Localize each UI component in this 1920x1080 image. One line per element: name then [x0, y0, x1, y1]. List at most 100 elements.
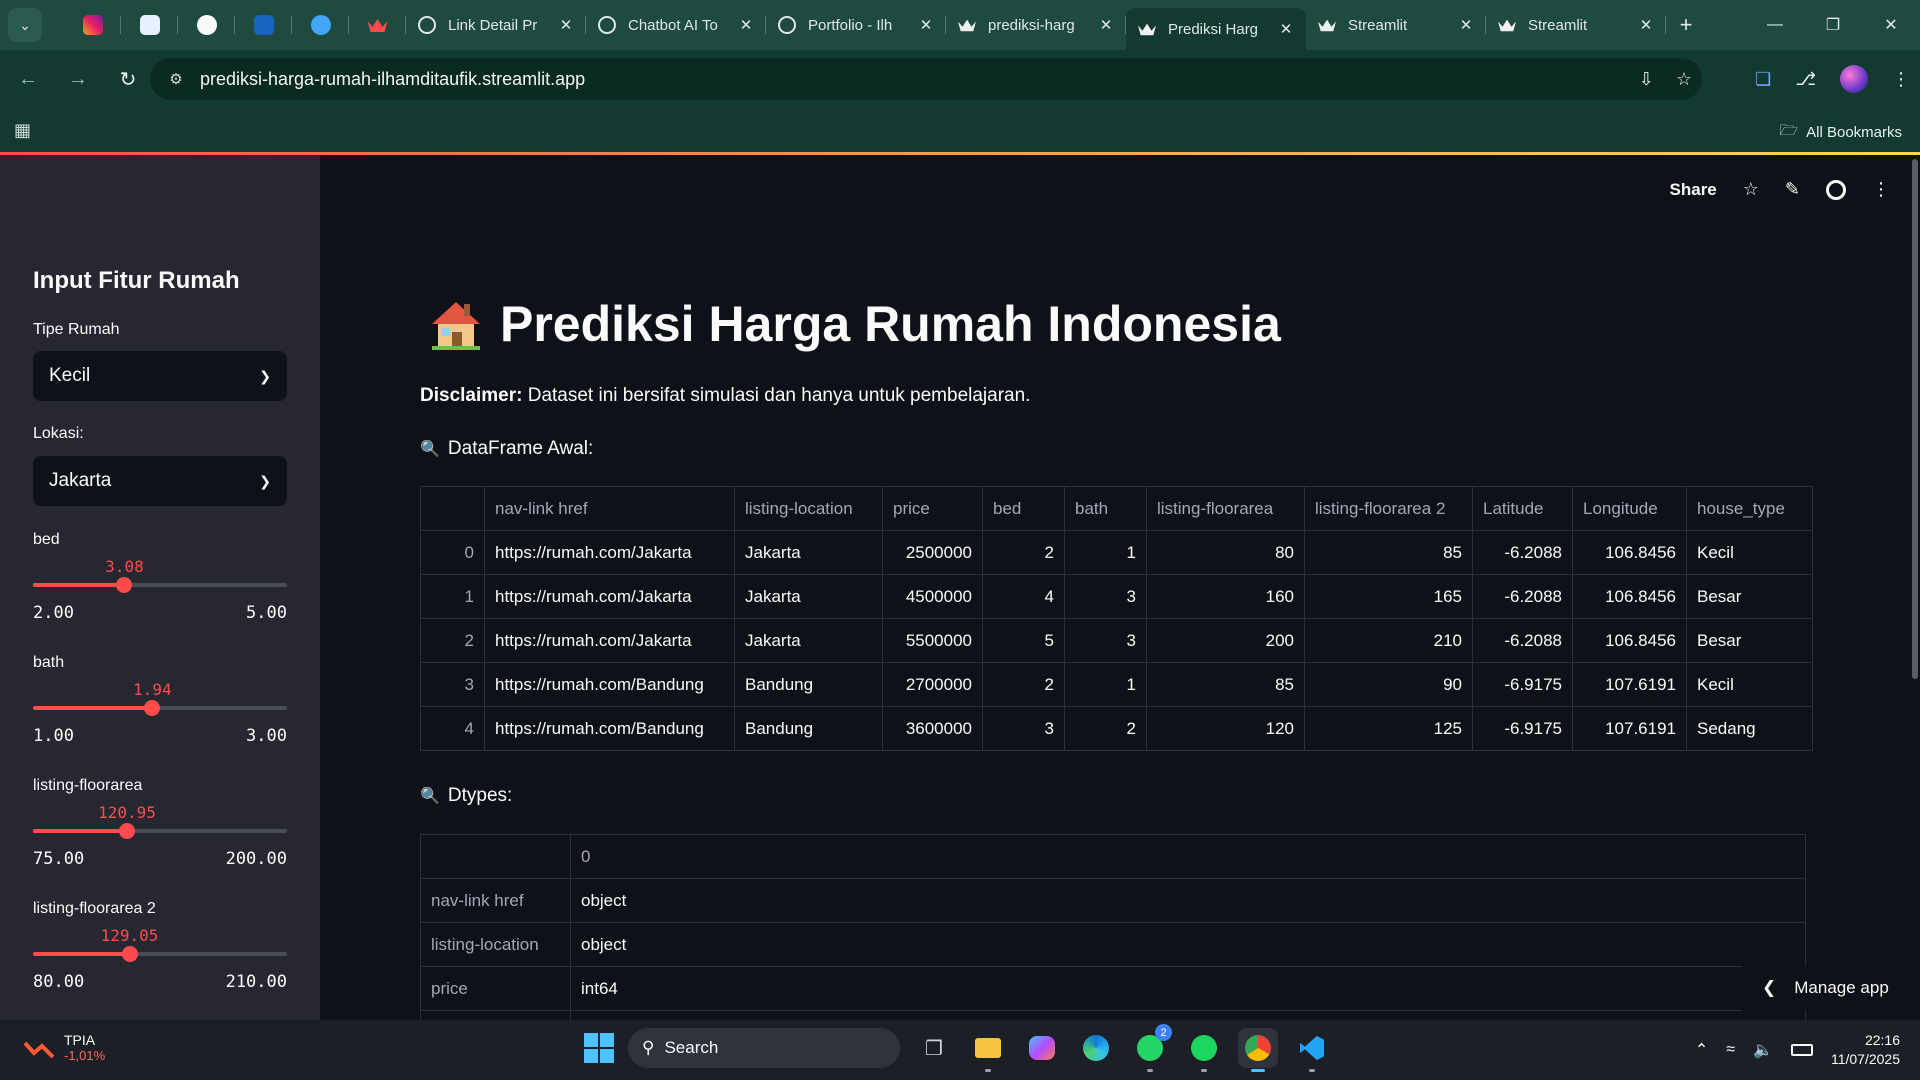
slider-thumb[interactable]: [116, 577, 133, 593]
table-cell[interactable]: Sedang: [1686, 706, 1813, 751]
table-cell[interactable]: 165: [1304, 574, 1473, 619]
column-header[interactable]: [420, 486, 485, 531]
tab-prediksi-1[interactable]: prediksi-harg ✕: [946, 0, 1126, 50]
slider-bath[interactable]: bath 1.94 1.00 3.00: [33, 654, 287, 748]
table-cell[interactable]: [570, 1010, 1806, 1020]
table-cell[interactable]: 3: [1064, 618, 1147, 663]
table-cell[interactable]: -6.2088: [1472, 574, 1573, 619]
more-vertical-icon[interactable]: ⋮: [1892, 69, 1910, 90]
tab-link-detail[interactable]: Link Detail Pr ✕: [406, 0, 586, 50]
profile-avatar[interactable]: [1840, 65, 1868, 93]
table-row[interactable]: nav-link href object: [420, 878, 1806, 923]
close-icon[interactable]: ✕: [738, 16, 754, 34]
table-cell[interactable]: 85: [1146, 662, 1305, 707]
wifi-icon[interactable]: ≈: [1726, 1041, 1735, 1059]
table-cell[interactable]: 2: [1064, 706, 1147, 751]
github-icon[interactable]: [1826, 179, 1846, 200]
pinned-tab-streamlit[interactable]: [349, 0, 406, 50]
tab-streamlit-1[interactable]: Streamlit ✕: [1306, 0, 1486, 50]
lokasi-select[interactable]: Jakarta ❯: [33, 456, 287, 506]
table-cell[interactable]: https://rumah.com/Jakarta: [484, 574, 735, 619]
row-index-cell[interactable]: 2: [420, 618, 485, 663]
close-icon[interactable]: ✕: [1098, 16, 1114, 34]
table-cell[interactable]: Kecil: [1686, 662, 1813, 707]
table-cell[interactable]: Bandung: [734, 706, 883, 751]
tab-streamlit-2[interactable]: Streamlit ✕: [1486, 0, 1666, 50]
table-cell[interactable]: -6.2088: [1472, 530, 1573, 575]
column-header[interactable]: bed: [982, 486, 1065, 531]
table-row[interactable]: 0 https://rumah.com/Jakarta Jakarta 2500000…: [420, 530, 1813, 575]
dtypes-table[interactable]: 0 nav-link href object listing-location obj…: [420, 834, 1806, 1020]
column-header[interactable]: house_type: [1686, 486, 1813, 531]
install-app-icon[interactable]: ⇩: [1639, 69, 1654, 90]
table-cell[interactable]: 125: [1304, 706, 1473, 751]
close-window-button[interactable]: ✕: [1862, 0, 1920, 50]
pinned-tab-github[interactable]: [178, 0, 235, 50]
vscode-icon[interactable]: [1292, 1028, 1332, 1072]
table-row[interactable]: 2 https://rumah.com/Jakarta Jakarta 5500000…: [420, 618, 1813, 663]
column-header[interactable]: Longitude: [1572, 486, 1687, 531]
column-header[interactable]: listing-floorarea: [1146, 486, 1305, 531]
copy-icon[interactable]: ❏: [1755, 69, 1771, 90]
extensions-icon[interactable]: ⎇: [1795, 69, 1816, 90]
table-cell[interactable]: 3600000: [882, 706, 983, 751]
taskbar-search[interactable]: ⚲ Search: [628, 1028, 900, 1068]
row-label-cell[interactable]: price: [420, 966, 571, 1011]
table-cell[interactable]: 3: [1064, 574, 1147, 619]
close-icon[interactable]: ✕: [1458, 16, 1474, 34]
table-cell[interactable]: 4500000: [882, 574, 983, 619]
tab-search-button[interactable]: ⌄: [8, 8, 42, 42]
table-cell[interactable]: Besar: [1686, 618, 1813, 663]
table-cell[interactable]: Besar: [1686, 574, 1813, 619]
chevron-up-icon[interactable]: ⌃: [1695, 1040, 1708, 1060]
table-cell[interactable]: 1: [1064, 530, 1147, 575]
table-cell[interactable]: -6.9175: [1472, 662, 1573, 707]
dataframe-table[interactable]: nav-link href listing-location price bed…: [420, 486, 1813, 751]
table-cell[interactable]: 3: [982, 706, 1065, 751]
table-cell[interactable]: 106.8456: [1572, 574, 1687, 619]
table-row[interactable]: [420, 1010, 1806, 1020]
volume-icon[interactable]: 🔈: [1753, 1040, 1773, 1060]
task-view-icon[interactable]: ❐: [914, 1028, 954, 1068]
slider-thumb[interactable]: [144, 700, 161, 716]
table-cell[interactable]: 120: [1146, 706, 1305, 751]
table-row[interactable]: listing-location object: [420, 922, 1806, 967]
reload-button[interactable]: ↻: [106, 57, 150, 101]
table-cell[interactable]: 107.6191: [1572, 706, 1687, 751]
table-cell[interactable]: -6.2088: [1472, 618, 1573, 663]
close-icon[interactable]: ✕: [1278, 20, 1294, 38]
stock-widget[interactable]: TPIA -1,01%: [24, 1032, 105, 1063]
close-icon[interactable]: ✕: [1638, 16, 1654, 34]
table-cell[interactable]: https://rumah.com/Jakarta: [484, 618, 735, 663]
table-cell[interactable]: 5500000: [882, 618, 983, 663]
edit-icon[interactable]: ✎: [1785, 179, 1800, 200]
slider-bed[interactable]: bed 3.08 2.00 5.00: [33, 531, 287, 625]
slider-track[interactable]: [33, 577, 287, 593]
star-icon[interactable]: ☆: [1743, 179, 1759, 200]
row-index-cell[interactable]: 3: [420, 662, 485, 707]
column-header[interactable]: bath: [1064, 486, 1147, 531]
close-icon[interactable]: ✕: [918, 16, 934, 34]
row-label-cell[interactable]: listing-location: [420, 922, 571, 967]
new-tab-button[interactable]: +: [1666, 12, 1706, 38]
pinned-tab-rocket[interactable]: [292, 0, 349, 50]
slider-thumb[interactable]: [118, 823, 135, 839]
slider-track[interactable]: [33, 946, 287, 962]
table-cell[interactable]: 2: [982, 662, 1065, 707]
row-index-cell[interactable]: 1: [420, 574, 485, 619]
pinned-tab-app[interactable]: [121, 0, 178, 50]
address-bar[interactable]: ⚙ prediksi-harga-rumah-ilhamditaufik.str…: [150, 58, 1702, 100]
table-cell[interactable]: Jakarta: [734, 618, 883, 663]
table-row[interactable]: 4 https://rumah.com/Bandung Bandung 3600000…: [420, 706, 1813, 751]
close-icon[interactable]: ✕: [558, 16, 574, 34]
pinned-tab-docs[interactable]: [235, 0, 292, 50]
pinned-tab-instagram[interactable]: [64, 0, 121, 50]
windows-start-icon[interactable]: [584, 1033, 614, 1063]
edge-icon[interactable]: [1076, 1028, 1116, 1068]
restore-button[interactable]: ❐: [1804, 0, 1862, 50]
file-explorer-icon[interactable]: [968, 1028, 1008, 1072]
slider-track[interactable]: [33, 700, 287, 716]
table-cell[interactable]: int64: [570, 966, 1806, 1011]
table-cell[interactable]: object: [570, 878, 1806, 923]
table-cell[interactable]: Jakarta: [734, 574, 883, 619]
